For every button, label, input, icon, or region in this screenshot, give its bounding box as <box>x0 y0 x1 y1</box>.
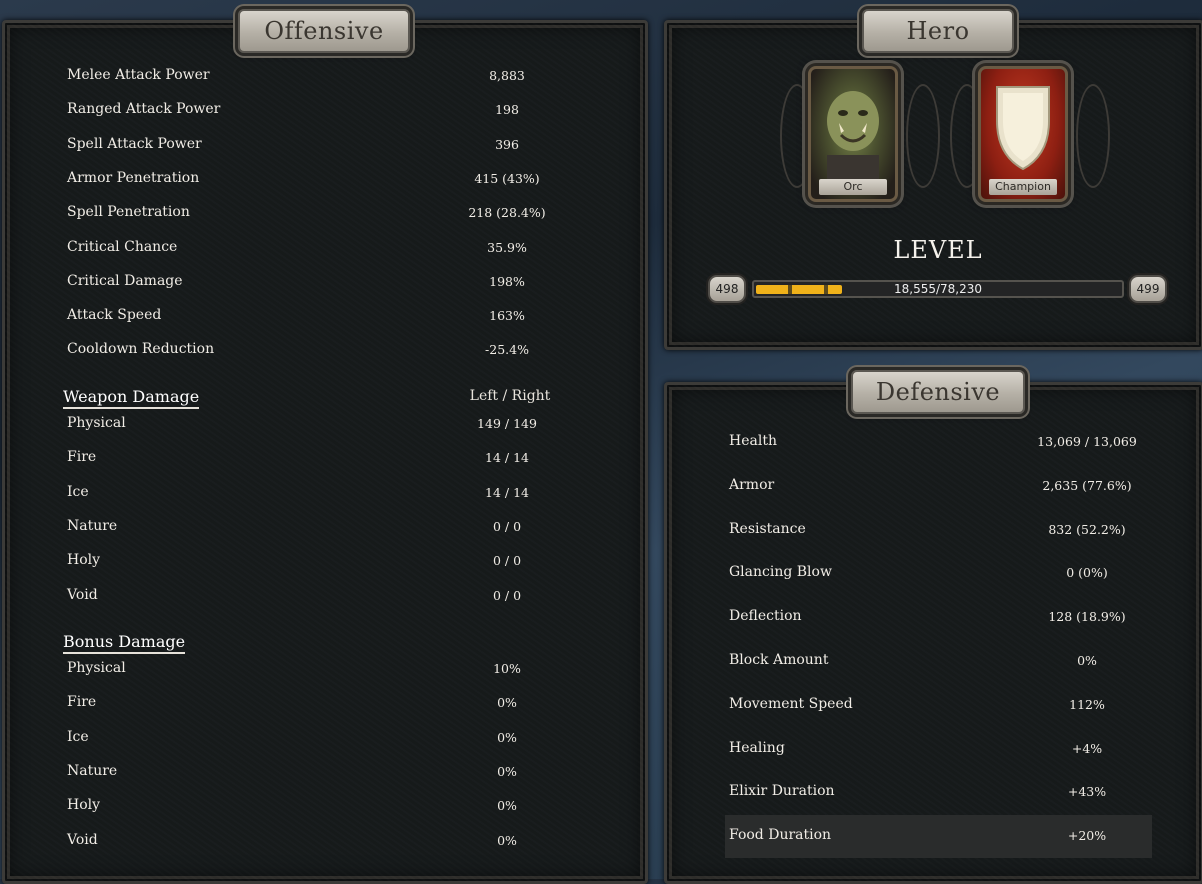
bonus-damage-label: Physical <box>67 660 126 676</box>
defensive-stat-value: +4% <box>1071 740 1103 756</box>
offensive-stat-value: 396 <box>495 136 519 152</box>
weapon-damage-value: 14 / 14 <box>485 484 529 500</box>
defensive-stat-value: 128 (18.9%) <box>1048 609 1126 625</box>
offensive-stat-value: 198 <box>495 102 519 118</box>
offensive-stat-value: 8,883 <box>489 68 525 83</box>
defensive-stat-value: 0% <box>1077 653 1097 668</box>
offensive-stat-value: 415 (43%) <box>474 170 540 186</box>
offensive-stat-label: Cooldown Reduction <box>67 341 215 358</box>
defensive-title: Defensive <box>851 370 1025 414</box>
defensive-stat-label: Movement Speed <box>729 695 853 712</box>
bonus-damage-heading: Bonus Damage <box>63 632 186 654</box>
defensive-stat-value: 832 (52.2%) <box>1048 521 1126 537</box>
defensive-stat-value: 2,635 (77.6%) <box>1042 477 1132 493</box>
weapon-damage-label: Void <box>67 586 98 603</box>
defensive-stat-label: Healing <box>729 739 785 756</box>
bonus-damage-value: 0% <box>497 729 517 745</box>
defensive-stat-label: Health <box>729 433 777 449</box>
defensive-stat-label: Armor <box>729 476 775 493</box>
bonus-damage-value: 10% <box>493 661 521 676</box>
defensive-stat-label: Food Duration <box>729 827 832 844</box>
weapon-damage-value: 0 / 0 <box>492 587 522 603</box>
offensive-stat-value: 218 (28.4%) <box>468 205 546 221</box>
offensive-stat-value: 35.9% <box>487 239 527 255</box>
bonus-damage-value: 0% <box>497 832 517 848</box>
defensive-stat-label: Deflection <box>729 608 802 625</box>
offensive-title: Offensive <box>238 9 410 53</box>
orc-face-icon <box>827 91 879 179</box>
weapon-damage-value: 14 / 14 <box>485 450 529 466</box>
offensive-stat-label: Melee Attack Power <box>67 67 210 83</box>
offensive-stat-label: Critical Chance <box>67 238 178 255</box>
offensive-stat-label: Attack Speed <box>67 307 162 324</box>
offensive-stat-label: Spell Penetration <box>67 204 190 221</box>
class-label: Champion <box>989 179 1057 195</box>
hero-panel <box>664 20 1202 350</box>
weapon-damage-label: Ice <box>67 483 89 500</box>
level-heading: LEVEL <box>893 236 983 264</box>
offensive-stat-value: 163% <box>489 308 525 324</box>
defensive-panel <box>664 382 1202 884</box>
xp-progress-bar: 18,555/78,230 <box>752 280 1124 298</box>
weapon-damage-label: Nature <box>67 517 118 534</box>
defensive-stat-value: +20% <box>1067 828 1107 844</box>
defensive-stat-label: Block Amount <box>729 652 829 668</box>
offensive-stat-label: Armor Penetration <box>67 169 200 186</box>
offensive-stat-label: Critical Damage <box>67 272 183 289</box>
race-portrait[interactable]: Orc <box>808 66 898 202</box>
offensive-stat-value: -25.4% <box>485 342 529 358</box>
left-right-label: Left / Right <box>469 388 551 404</box>
next-level-badge: 499 <box>1129 275 1167 303</box>
defensive-stat-value: +43% <box>1067 784 1107 800</box>
shield-icon <box>996 86 1050 171</box>
bonus-damage-value: 0% <box>497 695 517 711</box>
bonus-damage-label: Void <box>67 831 98 848</box>
bonus-damage-label: Nature <box>67 762 118 779</box>
defensive-stat-value: 0 (0%) <box>1066 565 1108 581</box>
defensive-stat-label: Resistance <box>729 520 806 537</box>
race-label: Orc <box>819 179 887 195</box>
offensive-stat-label: Spell Attack Power <box>67 135 202 152</box>
bonus-damage-label: Fire <box>67 694 97 711</box>
weapon-damage-label: Holy <box>67 552 101 569</box>
bonus-damage-label: Holy <box>67 797 101 814</box>
weapon-damage-value: 0 / 0 <box>492 518 522 534</box>
weapon-damage-value: 0 / 0 <box>492 553 522 569</box>
offensive-stat-value: 198% <box>489 273 525 289</box>
hero-title: Hero <box>862 9 1014 53</box>
weapon-damage-heading: Weapon Damage <box>63 387 200 409</box>
bonus-damage-label: Ice <box>67 728 89 745</box>
defensive-stat-value: 13,069 / 13,069 <box>1037 434 1137 449</box>
bonus-damage-value: 0% <box>497 763 517 779</box>
weapon-damage-label: Fire <box>67 449 97 466</box>
bonus-damage-value: 0% <box>497 798 517 814</box>
defensive-stat-value: 112% <box>1069 696 1105 712</box>
portrait-ornament-mid <box>906 84 940 188</box>
weapon-damage-value: 149 / 149 <box>477 416 537 431</box>
defensive-stat-label: Elixir Duration <box>729 783 835 800</box>
defensive-stat-label: Glancing Blow <box>729 564 832 581</box>
offensive-stat-label: Ranged Attack Power <box>67 101 221 118</box>
class-portrait[interactable]: Champion <box>978 66 1068 202</box>
weapon-damage-label: Physical <box>67 415 126 431</box>
portrait-ornament-right <box>1076 84 1110 188</box>
xp-text: 18,555/78,230 <box>893 282 983 296</box>
current-level-badge: 498 <box>708 275 746 303</box>
